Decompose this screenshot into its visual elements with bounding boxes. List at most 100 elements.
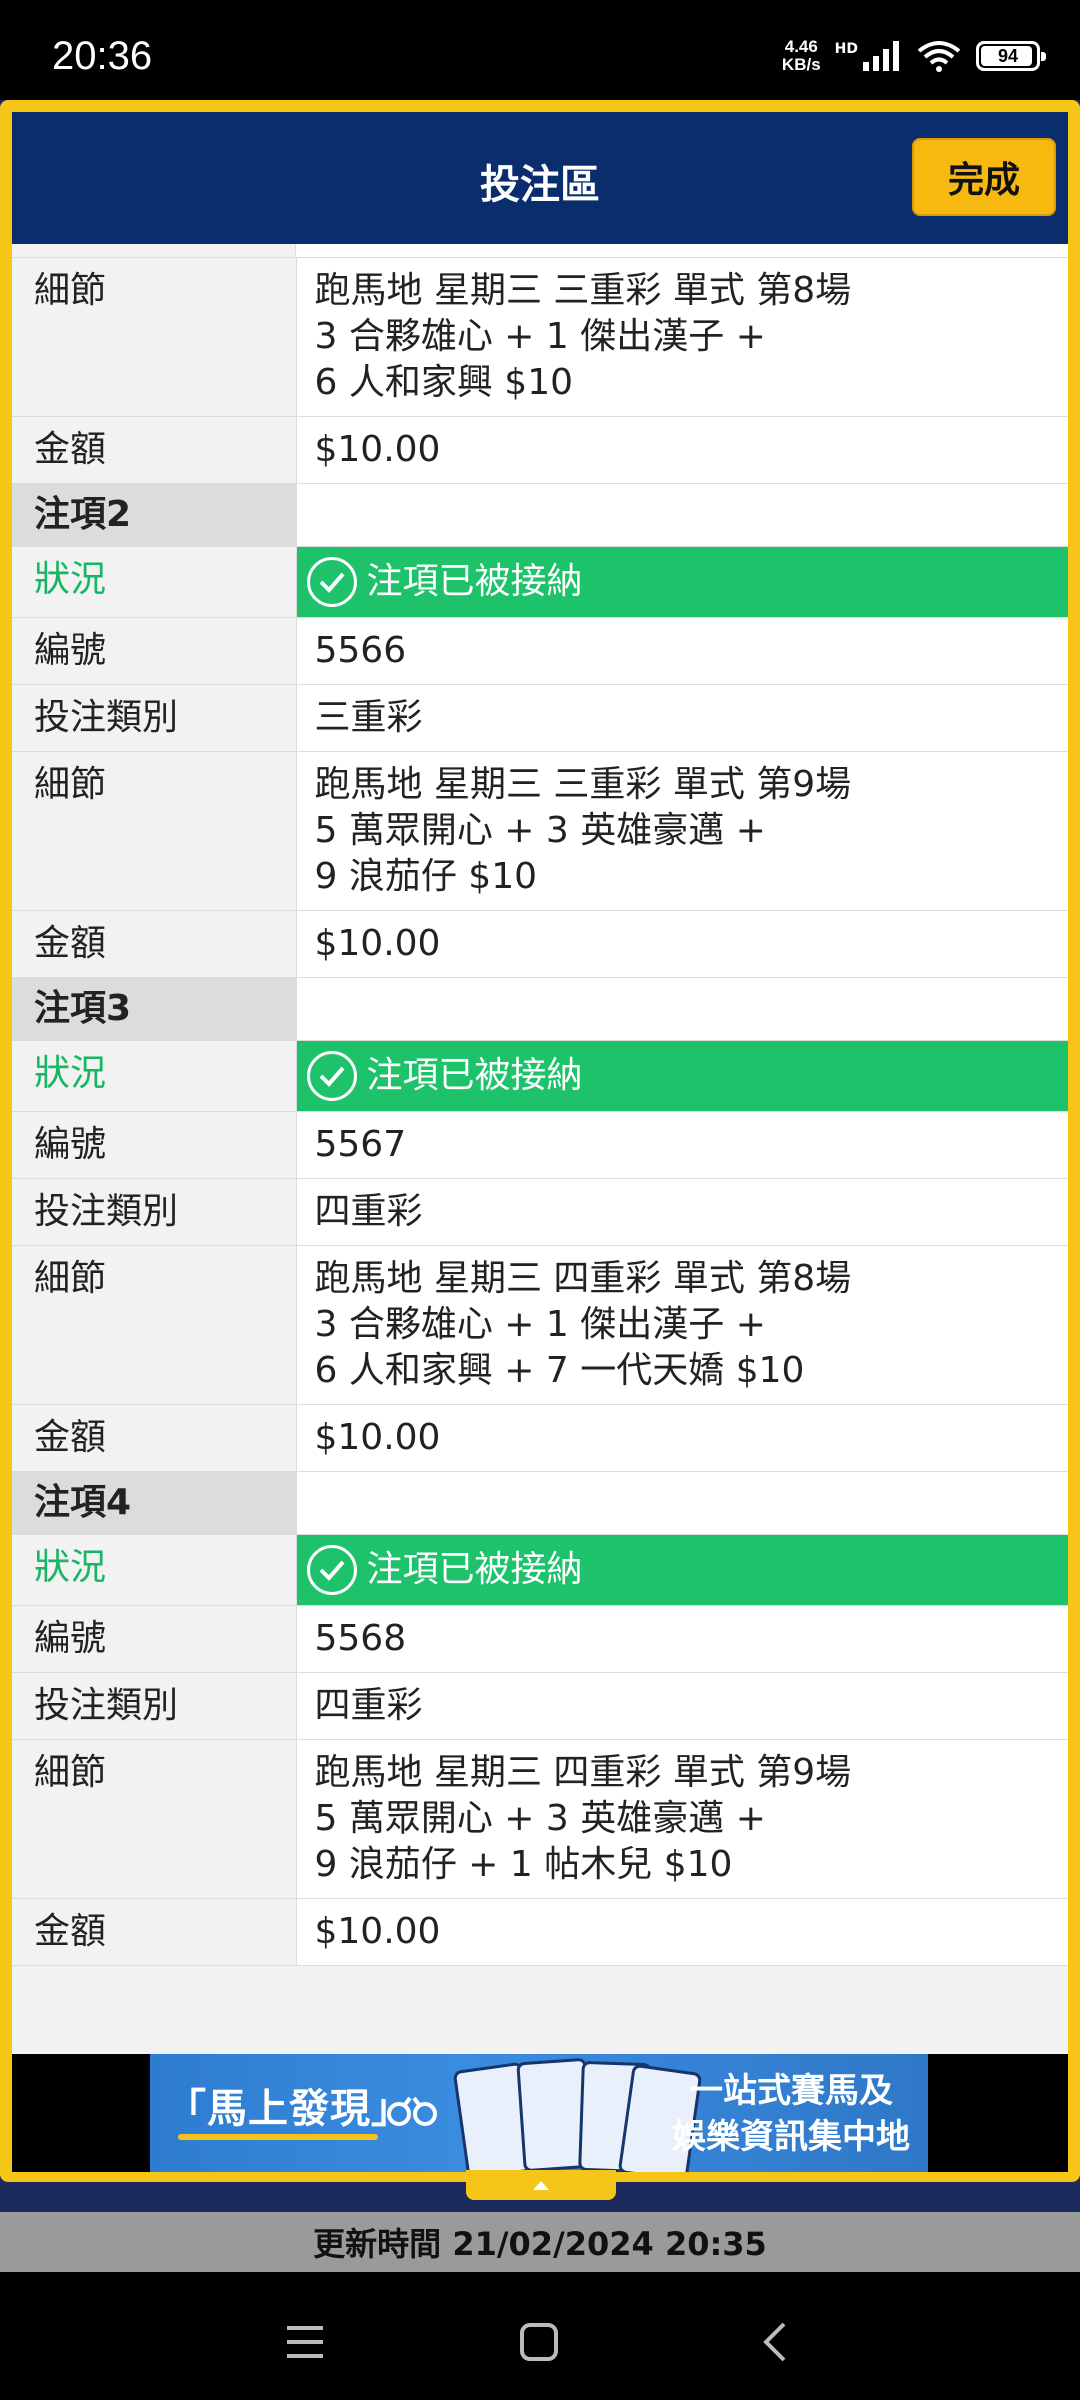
network-speed-value: 4.46 (784, 37, 818, 56)
signal-icon (863, 41, 899, 71)
banner-underline (178, 2134, 378, 2140)
section-spacer (296, 977, 1068, 1041)
row-label: 細節 (12, 751, 297, 911)
detail-line: 跑馬地 星期三 三重彩 單式 第9場 (314, 764, 852, 805)
wifi-icon (917, 41, 961, 72)
row-label: 投注類別 (12, 1178, 297, 1246)
bet1-details: 跑馬地 星期三 三重彩 單式 第8場 3 合夥雄心 + 1 傑出漢子 + 6 人… (296, 258, 1068, 417)
banner-slogan: 「馬上發現」 (166, 2086, 412, 2132)
bet-details: 跑馬地 星期三 四重彩 單式 第9場 5 萬眾開心 + 3 英雄豪邁 + 9 浪茄仔… (296, 1739, 1068, 1899)
expand-handle[interactable] (466, 2170, 616, 2200)
row-label: 注項2 (12, 483, 297, 547)
chevron-up-icon (533, 2181, 549, 2190)
menu-icon (287, 2326, 323, 2358)
bet-section-header: 注項3 (12, 977, 1068, 1041)
status-badge: 注項已被接納 (296, 1534, 1068, 1606)
bet-list-scroll[interactable]: 細節 跑馬地 星期三 三重彩 單式 第8場 3 合夥雄心 + 1 傑出漢子 + … (12, 244, 1068, 2054)
bet-section-header: 注項4 (12, 1471, 1068, 1535)
detail-line: 9 浪茄仔 + 1 帖木兒 $10 (314, 1844, 733, 1885)
banner-tagline: 一站式賽馬及 娛樂資訊集中地 (672, 2068, 910, 2160)
hd-badge: HD (834, 41, 858, 57)
detail-line: 6 人和家興 $10 (314, 362, 574, 403)
status-text: 注項已被接納 (366, 561, 583, 602)
modal-body: 投注區 完成 細節 跑馬地 星期三 三重彩 單式 第8場 3 合夥雄心 + 1 … (12, 112, 1068, 2172)
banner-strip: 「馬上發現」 一站式賽馬及 娛樂資訊集中地 (12, 2054, 1068, 2172)
row-label: 狀況 (12, 546, 297, 618)
modal-title: 投注區 (480, 162, 600, 208)
previous-row-edge (12, 244, 1068, 258)
bet-type: 四重彩 (296, 1178, 1068, 1246)
binoculars-icon (387, 2096, 437, 2126)
table-row: 編號 5566 (12, 617, 1068, 685)
table-row: 投注類別 四重彩 (12, 1672, 1068, 1740)
bet-section-header: 注項2 (12, 483, 1068, 547)
status-content: 注項已被接納 (306, 557, 1059, 607)
row-label: 金額 (12, 1404, 297, 1472)
status-text: 注項已被接納 (366, 1055, 583, 1096)
check-circle-icon (306, 1545, 357, 1595)
table-row: 金額 $10.00 (12, 910, 1068, 978)
row-label: 編號 (12, 1111, 297, 1179)
battery-level: 94 (997, 45, 1019, 66)
bet-amount: $10.00 (296, 1404, 1068, 1472)
detail-line: 跑馬地 星期三 四重彩 單式 第9場 (314, 1752, 852, 1793)
system-nav-bar (0, 2272, 1080, 2400)
row-label: 投注類別 (12, 684, 297, 752)
detail-line: 9 浪茄仔 $10 (314, 856, 538, 897)
detail-line: 6 人和家興 + 7 一代天嬌 $10 (314, 1350, 805, 1391)
status-content: 注項已被接納 (306, 1545, 1059, 1595)
section-spacer (296, 483, 1068, 547)
table-row: 編號 5567 (12, 1111, 1068, 1179)
bet1-amount: $10.00 (296, 416, 1068, 484)
row-label: 金額 (12, 1898, 297, 1966)
status-bar: 20:36 4.46 KB/s HD 94 (0, 0, 1080, 100)
app-screenshots-image (450, 2057, 703, 2172)
table-row: 細節 跑馬地 星期三 四重彩 單式 第9場 5 萬眾開心 + 3 英雄豪邁 + 9 浪… (12, 1739, 1068, 1899)
battery-icon: 94 (976, 41, 1046, 71)
banner-tagline-line1: 一站式賽馬及 (689, 2071, 893, 2111)
bet-number: 5566 (296, 617, 1068, 685)
table-row: 細節 跑馬地 星期三 三重彩 單式 第8場 3 合夥雄心 + 1 傑出漢子 + … (12, 258, 1068, 417)
table-row: 狀況 注項已被接納 (12, 1534, 1068, 1606)
row-label: 細節 (12, 1739, 297, 1899)
banner-tagline-line2: 娛樂資訊集中地 (672, 2117, 910, 2157)
bet-number: 5568 (296, 1605, 1068, 1673)
status-badge: 注項已被接納 (296, 1040, 1068, 1112)
done-button[interactable]: 完成 (912, 138, 1056, 216)
detail-line: 5 萬眾開心 + 3 英雄豪邁 + (314, 1798, 766, 1839)
table-row: 金額 $10.00 (12, 416, 1068, 484)
row-label: 細節 (12, 258, 297, 417)
bet-type: 四重彩 (296, 1672, 1068, 1740)
detail-line: 跑馬地 星期三 三重彩 單式 第8場 (314, 270, 852, 311)
status-time: 20:36 (52, 34, 153, 78)
home-nav-button[interactable] (509, 2312, 569, 2372)
row-label: 狀況 (12, 1534, 297, 1606)
status-content: 注項已被接納 (306, 1051, 1059, 1101)
update-time-bar: 更新時間 21/02/2024 20:35 (0, 2212, 1080, 2272)
table-row: 狀況 注項已被接納 (12, 546, 1068, 618)
status-text: 注項已被接納 (366, 1549, 583, 1590)
row-label: 投注類別 (12, 1672, 297, 1740)
back-icon (763, 2322, 786, 2362)
detail-line: 跑馬地 星期三 四重彩 單式 第8場 (314, 1258, 852, 1299)
network-speed: 4.46 KB/s (782, 38, 821, 74)
table-row: 狀況 注項已被接納 (12, 1040, 1068, 1112)
modal-header: 投注區 完成 (12, 112, 1068, 244)
table-row: 金額 $10.00 (12, 1404, 1068, 1472)
menu-nav-button[interactable] (275, 2312, 335, 2372)
bet-details: 跑馬地 星期三 三重彩 單式 第9場 5 萬眾開心 + 3 英雄豪邁 + 9 浪茄仔… (296, 751, 1068, 911)
home-icon (520, 2323, 558, 2361)
status-badge: 注項已被接納 (296, 546, 1068, 618)
bet-table: 細節 跑馬地 星期三 三重彩 單式 第8場 3 合夥雄心 + 1 傑出漢子 + … (12, 258, 1068, 1966)
table-row: 編號 5568 (12, 1605, 1068, 1673)
promo-banner[interactable]: 「馬上發現」 一站式賽馬及 娛樂資訊集中地 (150, 2054, 928, 2172)
back-nav-button[interactable] (745, 2312, 805, 2372)
detail-line: 3 合夥雄心 + 1 傑出漢子 + (314, 1304, 766, 1345)
detail-line: 5 萬眾開心 + 3 英雄豪邁 + (314, 810, 766, 851)
network-speed-unit: KB/s (781, 55, 821, 74)
bet-amount: $10.00 (296, 1898, 1068, 1966)
bet-number: 5567 (296, 1111, 1068, 1179)
row-label: 編號 (12, 617, 297, 685)
row-label: 注項4 (12, 1471, 297, 1535)
row-label: 注項3 (12, 977, 297, 1041)
